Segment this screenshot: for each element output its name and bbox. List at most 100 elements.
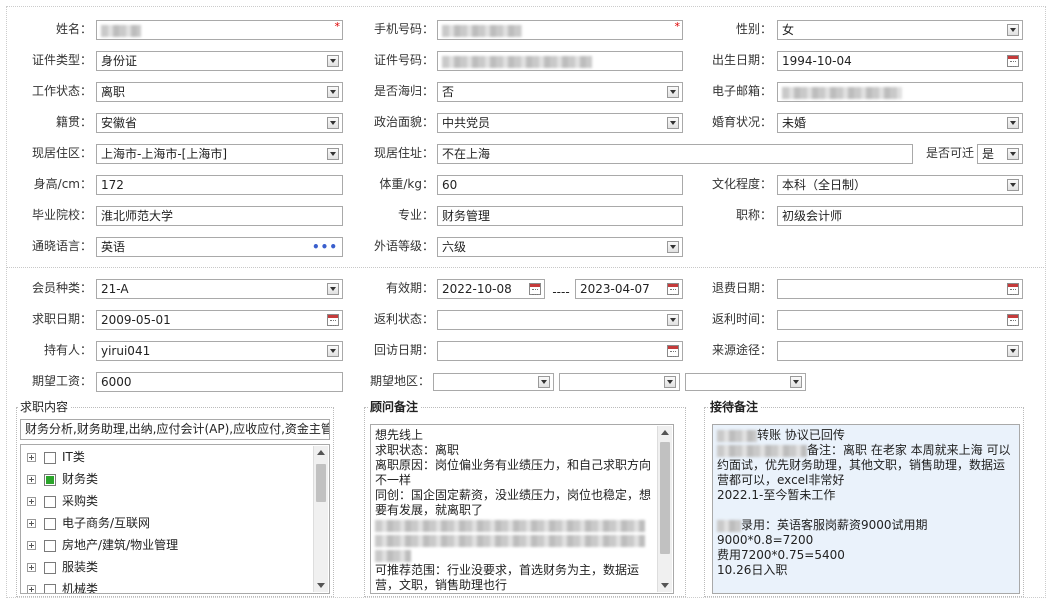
calendar-icon[interactable] — [1007, 55, 1019, 67]
source-select[interactable] — [777, 341, 1023, 361]
tree-item[interactable]: 服装类 — [27, 556, 98, 578]
chevron-down-icon[interactable] — [1007, 148, 1019, 160]
jobs-summary-field[interactable]: 财务分析,财务助理,出纳,应付会计(AP),应收应付,资金主管 — [20, 419, 330, 440]
ellipsis-icon[interactable]: ••• — [312, 241, 338, 253]
rebate-select[interactable] — [437, 310, 683, 330]
checkbox[interactable] — [44, 473, 56, 486]
residence-select[interactable]: 上海市-上海市-[上海市] — [96, 144, 343, 164]
tree-item[interactable]: 财务类 — [27, 468, 98, 490]
address-field[interactable]: 不在上海 — [437, 144, 913, 164]
chevron-down-icon[interactable] — [667, 86, 679, 98]
education-select[interactable]: 本科（全日制） — [777, 175, 1023, 195]
birth-date-field[interactable]: 1994-10-04 — [777, 51, 1023, 71]
relocate-select[interactable]: 是 — [977, 144, 1023, 164]
marital-select[interactable]: 未婚 — [777, 113, 1023, 133]
tree-item[interactable]: IT类 — [27, 446, 85, 468]
phone-field[interactable]: * — [437, 20, 683, 40]
chevron-down-icon[interactable] — [1007, 117, 1019, 129]
scroll-thumb[interactable] — [660, 442, 670, 554]
langlevel-select[interactable]: 六级 — [437, 237, 683, 257]
langlevel-value: 六级 — [442, 240, 467, 254]
plus-icon[interactable] — [27, 541, 36, 550]
height-field[interactable]: 172 — [96, 175, 343, 195]
chevron-down-icon[interactable] — [1007, 345, 1019, 357]
chevron-down-icon[interactable] — [327, 117, 339, 129]
chevron-down-icon[interactable] — [327, 148, 339, 160]
idtype-select[interactable]: 身份证 — [96, 51, 343, 71]
political-select[interactable]: 中共党员 — [437, 113, 683, 133]
chevron-down-icon[interactable] — [667, 241, 679, 253]
source-label: 来源途径： — [711, 343, 772, 357]
area-label: 期望地区： — [369, 374, 430, 388]
tree-item[interactable]: 采购类 — [27, 490, 98, 512]
calendar-icon[interactable] — [1007, 283, 1019, 295]
scroll-up-icon[interactable] — [661, 430, 669, 435]
tree-item[interactable]: 电子商务/互联网 — [27, 512, 150, 534]
chevron-down-icon[interactable] — [664, 376, 676, 388]
chevron-down-icon[interactable] — [1007, 179, 1019, 191]
valid-to-field[interactable]: 2023-04-07 — [575, 279, 683, 299]
checkbox[interactable] — [44, 517, 56, 530]
chevron-down-icon[interactable] — [790, 376, 802, 388]
title-field[interactable]: 初级会计师 — [777, 206, 1023, 226]
checkbox[interactable] — [44, 495, 56, 508]
area-province-select[interactable] — [433, 373, 554, 391]
weight-field[interactable]: 60 — [437, 175, 683, 195]
scroll-thumb[interactable] — [316, 464, 326, 502]
area-district-select[interactable] — [685, 373, 806, 391]
chevron-down-icon[interactable] — [327, 55, 339, 67]
school-field[interactable]: 淮北师范大学 — [96, 206, 343, 226]
tree-scrollbar[interactable] — [313, 446, 328, 592]
reception-notes[interactable]: 转账 协议已回传 备注：离职 在老家 本周就来上海 可以约面试，优先财务助理，其… — [712, 424, 1020, 594]
jobdate-field[interactable]: 2009-05-01 — [96, 310, 343, 330]
language-field[interactable]: 英语 ••• — [96, 237, 343, 257]
tree-item[interactable]: 机械类 — [27, 578, 98, 593]
plus-icon[interactable] — [27, 519, 36, 528]
chevron-down-icon[interactable] — [538, 376, 550, 388]
valid-from-field[interactable]: 2022-10-08 — [437, 279, 545, 299]
scroll-down-icon[interactable] — [661, 583, 669, 588]
calendar-icon[interactable] — [327, 314, 339, 326]
chevron-down-icon[interactable] — [1007, 24, 1019, 36]
refund-date-field[interactable] — [777, 279, 1023, 299]
salary-field[interactable]: 6000 — [96, 372, 343, 392]
gender-select[interactable]: 女 — [777, 20, 1023, 40]
area-city-select[interactable] — [559, 373, 680, 391]
checkbox[interactable] — [44, 451, 56, 464]
plus-icon[interactable] — [27, 585, 36, 593]
tree-item[interactable]: 房地产/建筑/物业管理 — [27, 534, 178, 556]
returnee-label: 是否海归： — [373, 84, 434, 98]
plus-icon[interactable] — [27, 497, 36, 506]
scroll-up-icon[interactable] — [317, 450, 325, 455]
notes-scrollbar[interactable] — [657, 426, 672, 592]
chevron-down-icon[interactable] — [327, 345, 339, 357]
rebatetime-field[interactable] — [777, 310, 1023, 330]
checkbox[interactable] — [44, 583, 56, 593]
member-select[interactable]: 21-A — [96, 279, 343, 299]
calendar-icon[interactable] — [667, 283, 679, 295]
holder-select[interactable]: yirui041 — [96, 341, 343, 361]
major-field[interactable]: 财务管理 — [437, 206, 683, 226]
native-select[interactable]: 安徽省 — [96, 113, 343, 133]
chevron-down-icon[interactable] — [667, 117, 679, 129]
visit-date-field[interactable] — [437, 341, 683, 361]
calendar-icon[interactable] — [667, 345, 679, 357]
plus-icon[interactable] — [27, 475, 36, 484]
checkbox[interactable] — [44, 561, 56, 574]
chevron-down-icon[interactable] — [327, 86, 339, 98]
plus-icon[interactable] — [27, 453, 36, 462]
calendar-icon[interactable] — [1007, 314, 1019, 326]
checkbox[interactable] — [44, 539, 56, 552]
chevron-down-icon[interactable] — [667, 314, 679, 326]
returnee-select[interactable]: 否 — [437, 82, 683, 102]
plus-icon[interactable] — [27, 563, 36, 572]
chevron-down-icon[interactable] — [327, 283, 339, 295]
consultant-notes[interactable]: 想先线上 求职状态：离职 离职原因：岗位偏业务有业绩压力，和自己求职方向不一样 … — [370, 424, 674, 594]
calendar-icon[interactable] — [529, 283, 541, 295]
scroll-down-icon[interactable] — [317, 583, 325, 588]
salary-value: 6000 — [101, 375, 132, 389]
idno-field[interactable] — [437, 51, 683, 71]
name-field[interactable]: * — [96, 20, 343, 40]
workstatus-select[interactable]: 离职 — [96, 82, 343, 102]
email-field[interactable] — [777, 82, 1023, 102]
